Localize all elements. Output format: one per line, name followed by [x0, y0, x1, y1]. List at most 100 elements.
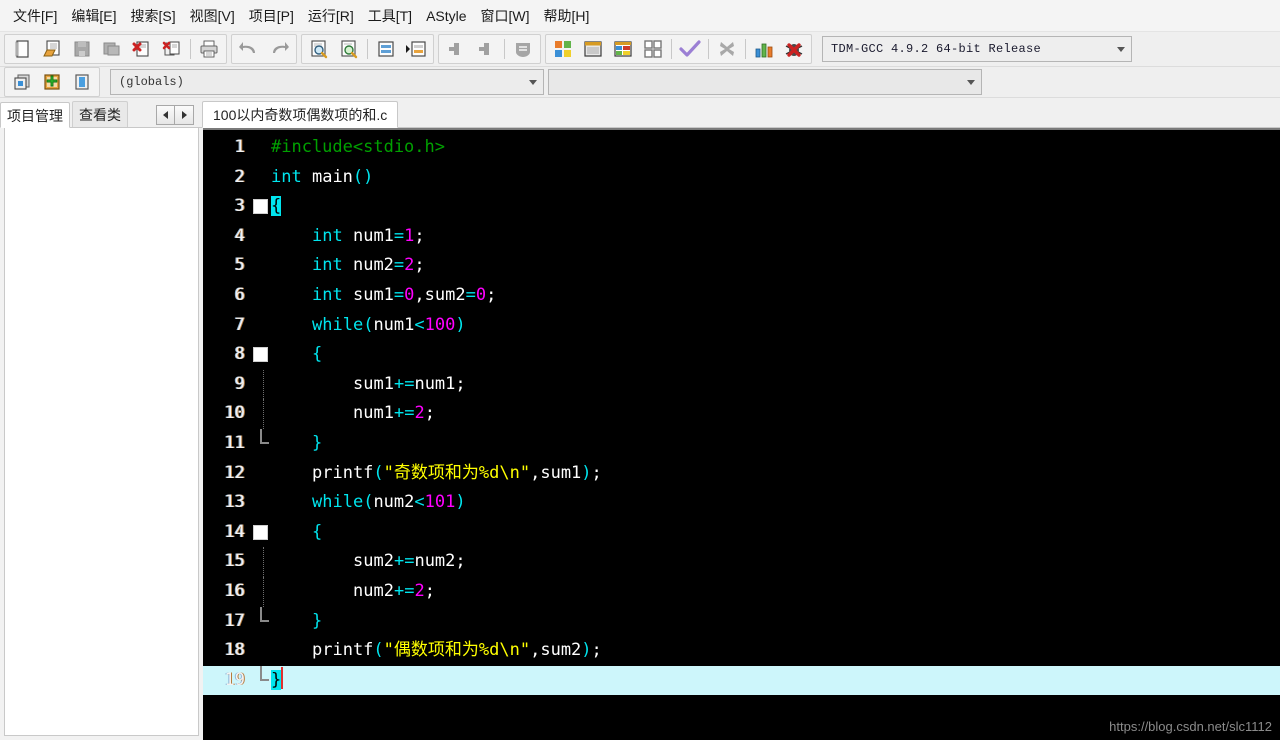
code-line[interactable]: 1 #include<stdio.h> [203, 133, 1280, 163]
code-line[interactable]: 18 printf("偶数项和为%d\n",sum2); [203, 636, 1280, 666]
file-tab-source[interactable]: 100以内奇数项偶数项的和.c [202, 101, 399, 128]
syntax-check-icon [679, 40, 701, 57]
fold-marker-icon[interactable] [253, 199, 268, 215]
code-line[interactable]: 13 while(num2<101) [203, 488, 1280, 518]
goto-function-icon [406, 41, 426, 57]
prev-tab-button[interactable] [156, 105, 175, 125]
add-to-project-button[interactable] [38, 69, 66, 95]
back-icon [449, 43, 459, 55]
menu-item-window[interactable]: 窗口[W] [474, 5, 537, 27]
fold-end-icon [260, 428, 269, 444]
profile-button[interactable] [750, 36, 778, 62]
next-tab-button[interactable] [175, 105, 194, 125]
compiler-select-value: TDM-GCC 4.9.2 64-bit Release [831, 42, 1042, 56]
save-all-icon [103, 42, 120, 56]
menu-item-tools[interactable]: 工具[T] [361, 5, 419, 27]
code-line[interactable]: 11 } [203, 428, 1280, 459]
menu-bar: 文件[F] 编辑[E] 搜索[S] 视图[V] 项目[P] 运行[R] 工具[T… [0, 0, 1280, 32]
back-button[interactable] [442, 36, 470, 62]
syntax-check-button[interactable] [676, 36, 704, 62]
indent-guide [263, 369, 264, 400]
stop-button[interactable] [713, 36, 741, 62]
fold-marker-icon[interactable] [253, 524, 268, 540]
code-line[interactable]: 3{ [203, 192, 1280, 222]
code-text: #include<stdio.h> [271, 137, 445, 157]
code-line[interactable]: 6 int sum1=0,sum2=0; [203, 281, 1280, 311]
compile-run-button[interactable] [609, 36, 637, 62]
code-line[interactable]: 8 { [203, 340, 1280, 370]
code-line[interactable]: 5 int num2=2; [203, 251, 1280, 281]
project-toolbar: (globals) [0, 67, 1280, 98]
menu-item-help[interactable]: 帮助[H] [537, 5, 597, 27]
close-file-button[interactable] [128, 36, 156, 62]
code-line[interactable]: 17 } [203, 606, 1280, 637]
compiler-select[interactable]: TDM-GCC 4.9.2 64-bit Release [822, 36, 1132, 62]
forward-button[interactable] [472, 36, 500, 62]
navigation-toolbar-group [438, 34, 541, 64]
chevron-down-icon [967, 79, 975, 85]
code-line[interactable]: 2 int main() [203, 163, 1280, 193]
scope-select[interactable]: (globals) [110, 69, 544, 95]
fold-marker-icon[interactable] [253, 347, 268, 363]
code-lines[interactable]: 1 #include<stdio.h> 2 int main() 3{4 int num… [203, 130, 1280, 696]
toolbar-separator [504, 39, 505, 59]
member-select[interactable] [548, 69, 982, 95]
indent-guide [263, 576, 264, 607]
code-line[interactable]: 16 num2+=2; [203, 576, 1280, 607]
project-panel [0, 128, 203, 740]
indent-guide [263, 547, 264, 577]
goto-line-button[interactable] [372, 36, 400, 62]
menu-item-run[interactable]: 运行[R] [301, 5, 361, 27]
tab-project-manager[interactable]: 项目管理 [0, 102, 70, 128]
open-file-button[interactable] [38, 36, 66, 62]
new-project-icon [14, 74, 30, 90]
goto-function-button[interactable] [402, 36, 430, 62]
toggle-panel-button[interactable] [509, 36, 537, 62]
save-file-button[interactable] [68, 36, 96, 62]
rebuild-all-button[interactable] [639, 36, 667, 62]
close-all-button[interactable] [158, 36, 186, 62]
code-text: printf("偶数项和为%d\n",sum2); [312, 640, 602, 661]
menu-item-file[interactable]: 文件[F] [6, 5, 64, 27]
code-line[interactable]: 14 { [203, 518, 1280, 548]
code-editor[interactable]: 1 #include<stdio.h> 2 int main() 3{4 int num… [203, 128, 1280, 740]
remove-from-project-icon [75, 74, 89, 90]
debug-button[interactable] [780, 36, 808, 62]
remove-from-project-button[interactable] [68, 69, 96, 95]
replace-button[interactable] [335, 36, 363, 62]
compile-button[interactable] [549, 36, 577, 62]
toolbar-separator [745, 39, 746, 59]
print-button[interactable] [195, 36, 223, 62]
menu-item-edit[interactable]: 编辑[E] [64, 5, 123, 27]
code-line[interactable]: 12 printf("奇数项和为%d\n",sum1); [203, 459, 1280, 489]
menu-item-astyle[interactable]: AStyle [419, 5, 473, 27]
find-button[interactable] [305, 36, 333, 62]
code-line[interactable]: 19} [203, 665, 1280, 696]
menu-item-view[interactable]: 视图[V] [183, 5, 242, 27]
line-number: 9 [234, 373, 245, 394]
new-file-button[interactable] [8, 36, 36, 62]
code-line[interactable]: 15 sum2+=num2; [203, 547, 1280, 577]
project-tree[interactable] [4, 128, 199, 736]
tab-nav-buttons [156, 105, 194, 125]
text-cursor [281, 666, 284, 689]
menu-item-project[interactable]: 项目[P] [242, 5, 301, 27]
run-button[interactable] [579, 36, 607, 62]
code-line[interactable]: 7 while(num1<100) [203, 311, 1280, 341]
undo-button[interactable] [235, 36, 263, 62]
code-line[interactable]: 10 num1+=2; [203, 399, 1280, 429]
fold-end-icon [260, 606, 269, 622]
code-text: int sum1=0,sum2=0; [312, 284, 497, 305]
add-to-project-icon [44, 74, 60, 90]
compile-icon [555, 41, 571, 57]
code-line[interactable]: 9 sum1+=num1; [203, 369, 1280, 400]
line-number: 12 [224, 462, 245, 483]
tab-class-browser[interactable]: 查看类 [72, 101, 128, 127]
redo-button[interactable] [265, 36, 293, 62]
menu-item-search[interactable]: 搜索[S] [123, 5, 182, 27]
new-project-button[interactable] [8, 69, 36, 95]
save-all-button[interactable] [98, 36, 126, 62]
code-line[interactable]: 4 int num1=1; [203, 222, 1280, 252]
undo-icon [239, 42, 255, 53]
toolbar-separator [190, 39, 191, 59]
